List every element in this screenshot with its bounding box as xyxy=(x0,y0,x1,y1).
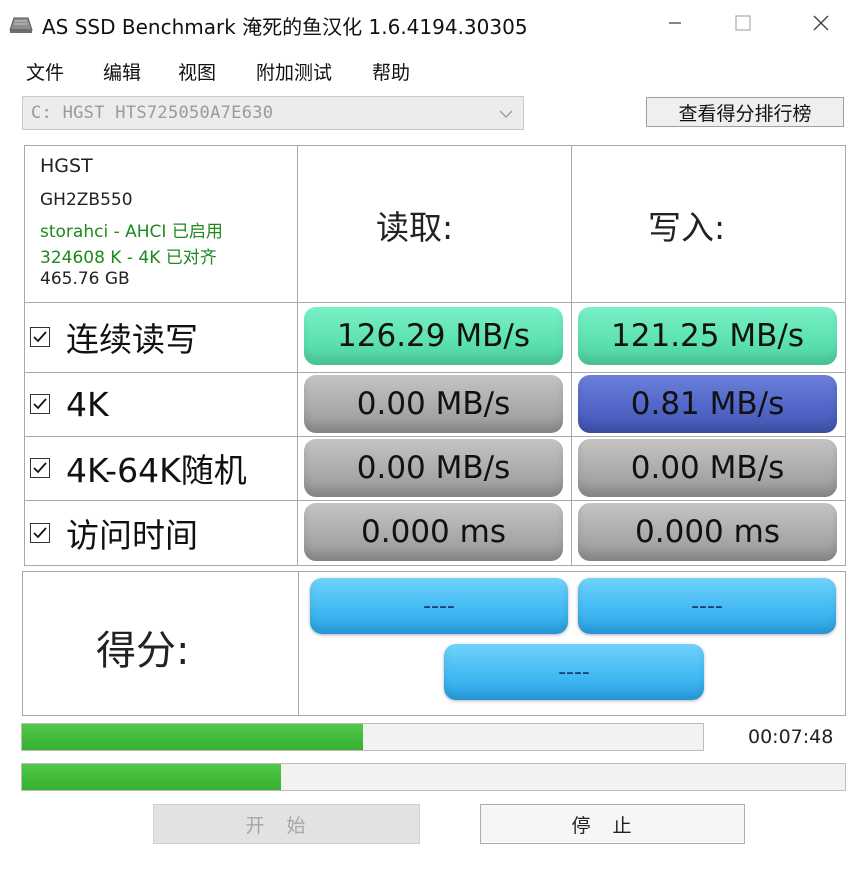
abort-button[interactable]: 停止 xyxy=(480,804,745,844)
maximize-icon xyxy=(734,14,752,36)
drive-icon xyxy=(8,14,34,34)
close-icon xyxy=(812,14,830,36)
4k64-write-result: 0.00 MB/s xyxy=(578,439,837,497)
test-row-seq[interactable]: 连续读写 xyxy=(30,317,198,359)
table-divider xyxy=(24,302,846,303)
table-divider xyxy=(571,145,572,566)
test-label: 4K-64K随机 xyxy=(66,451,247,490)
total-score: ---- xyxy=(444,644,704,700)
menu-view[interactable]: 视图 xyxy=(178,58,216,85)
leaderboard-button[interactable]: 查看得分排行榜 xyxy=(646,97,844,127)
menu-file[interactable]: 文件 xyxy=(26,58,64,85)
read-score: ---- xyxy=(310,578,568,634)
checkmark-icon xyxy=(33,398,47,410)
checkmark-icon xyxy=(33,462,47,474)
drive-capacity: 465.76 GB xyxy=(40,269,130,289)
checkbox-access[interactable] xyxy=(30,523,50,543)
table-divider xyxy=(24,436,846,437)
menu-bar: 文件 编辑 视图 附加测试 帮助 xyxy=(0,52,864,88)
alignment-status: 324608 K - 4K 已对齐 xyxy=(40,248,217,268)
score-label: 得分: xyxy=(96,628,190,674)
checkbox-seq[interactable] xyxy=(30,327,50,347)
chevron-down-icon xyxy=(497,105,515,123)
overall-progress-fill xyxy=(22,764,282,790)
table-divider xyxy=(297,145,298,566)
driver-status: storahci - AHCI 已启用 xyxy=(40,222,223,242)
drive-firmware: GH2ZB550 xyxy=(40,190,133,210)
close-button[interactable] xyxy=(786,0,856,50)
test-row-4k64[interactable]: 4K-64K随机 xyxy=(30,448,247,490)
test-label: 连续读写 xyxy=(66,320,198,359)
current-progress-bar xyxy=(21,723,704,751)
minimize-icon xyxy=(667,15,683,35)
checkmark-icon xyxy=(33,527,47,539)
seq-read-result: 126.29 MB/s xyxy=(304,307,563,365)
table-divider xyxy=(24,372,846,373)
test-row-4k[interactable]: 4K xyxy=(30,384,109,424)
maximize-button[interactable] xyxy=(708,0,778,50)
table-divider xyxy=(24,500,846,501)
test-label: 访问时间 xyxy=(66,516,198,555)
write-score: ---- xyxy=(578,578,836,634)
drive-vendor: HGST xyxy=(40,155,93,177)
window-title: AS SSD Benchmark 淹死的鱼汉化 1.6.4194.30305 xyxy=(42,15,528,39)
test-row-access[interactable]: 访问时间 xyxy=(30,513,198,555)
test-label: 4K xyxy=(66,384,109,424)
checkbox-4k64[interactable] xyxy=(30,458,50,478)
4k-write-result: 0.81 MB/s xyxy=(578,375,837,433)
access-read-result: 0.000 ms xyxy=(304,503,563,561)
score-divider xyxy=(298,571,299,716)
4k64-read-result: 0.00 MB/s xyxy=(304,439,563,497)
minimize-button[interactable] xyxy=(640,0,710,50)
menu-help[interactable]: 帮助 xyxy=(372,58,410,85)
checkbox-4k[interactable] xyxy=(30,394,50,414)
menu-edit[interactable]: 编辑 xyxy=(103,58,141,85)
start-button[interactable]: 开始 xyxy=(153,804,420,844)
access-write-result: 0.000 ms xyxy=(578,503,837,561)
title-bar: AS SSD Benchmark 淹死的鱼汉化 1.6.4194.30305 xyxy=(0,0,864,50)
4k-read-result: 0.00 MB/s xyxy=(304,375,563,433)
current-progress-fill xyxy=(22,724,363,750)
read-column-header: 读取: xyxy=(376,208,454,247)
elapsed-time: 00:07:48 xyxy=(748,726,834,748)
checkmark-icon xyxy=(33,331,47,343)
drive-select[interactable]: C: HGST HTS725050A7E630 xyxy=(22,96,524,130)
drive-select-value: C: HGST HTS725050A7E630 xyxy=(31,103,274,123)
overall-progress-bar xyxy=(21,763,846,791)
write-column-header: 写入: xyxy=(648,208,726,247)
seq-write-result: 121.25 MB/s xyxy=(578,307,837,365)
menu-extra-tests[interactable]: 附加测试 xyxy=(256,58,332,85)
